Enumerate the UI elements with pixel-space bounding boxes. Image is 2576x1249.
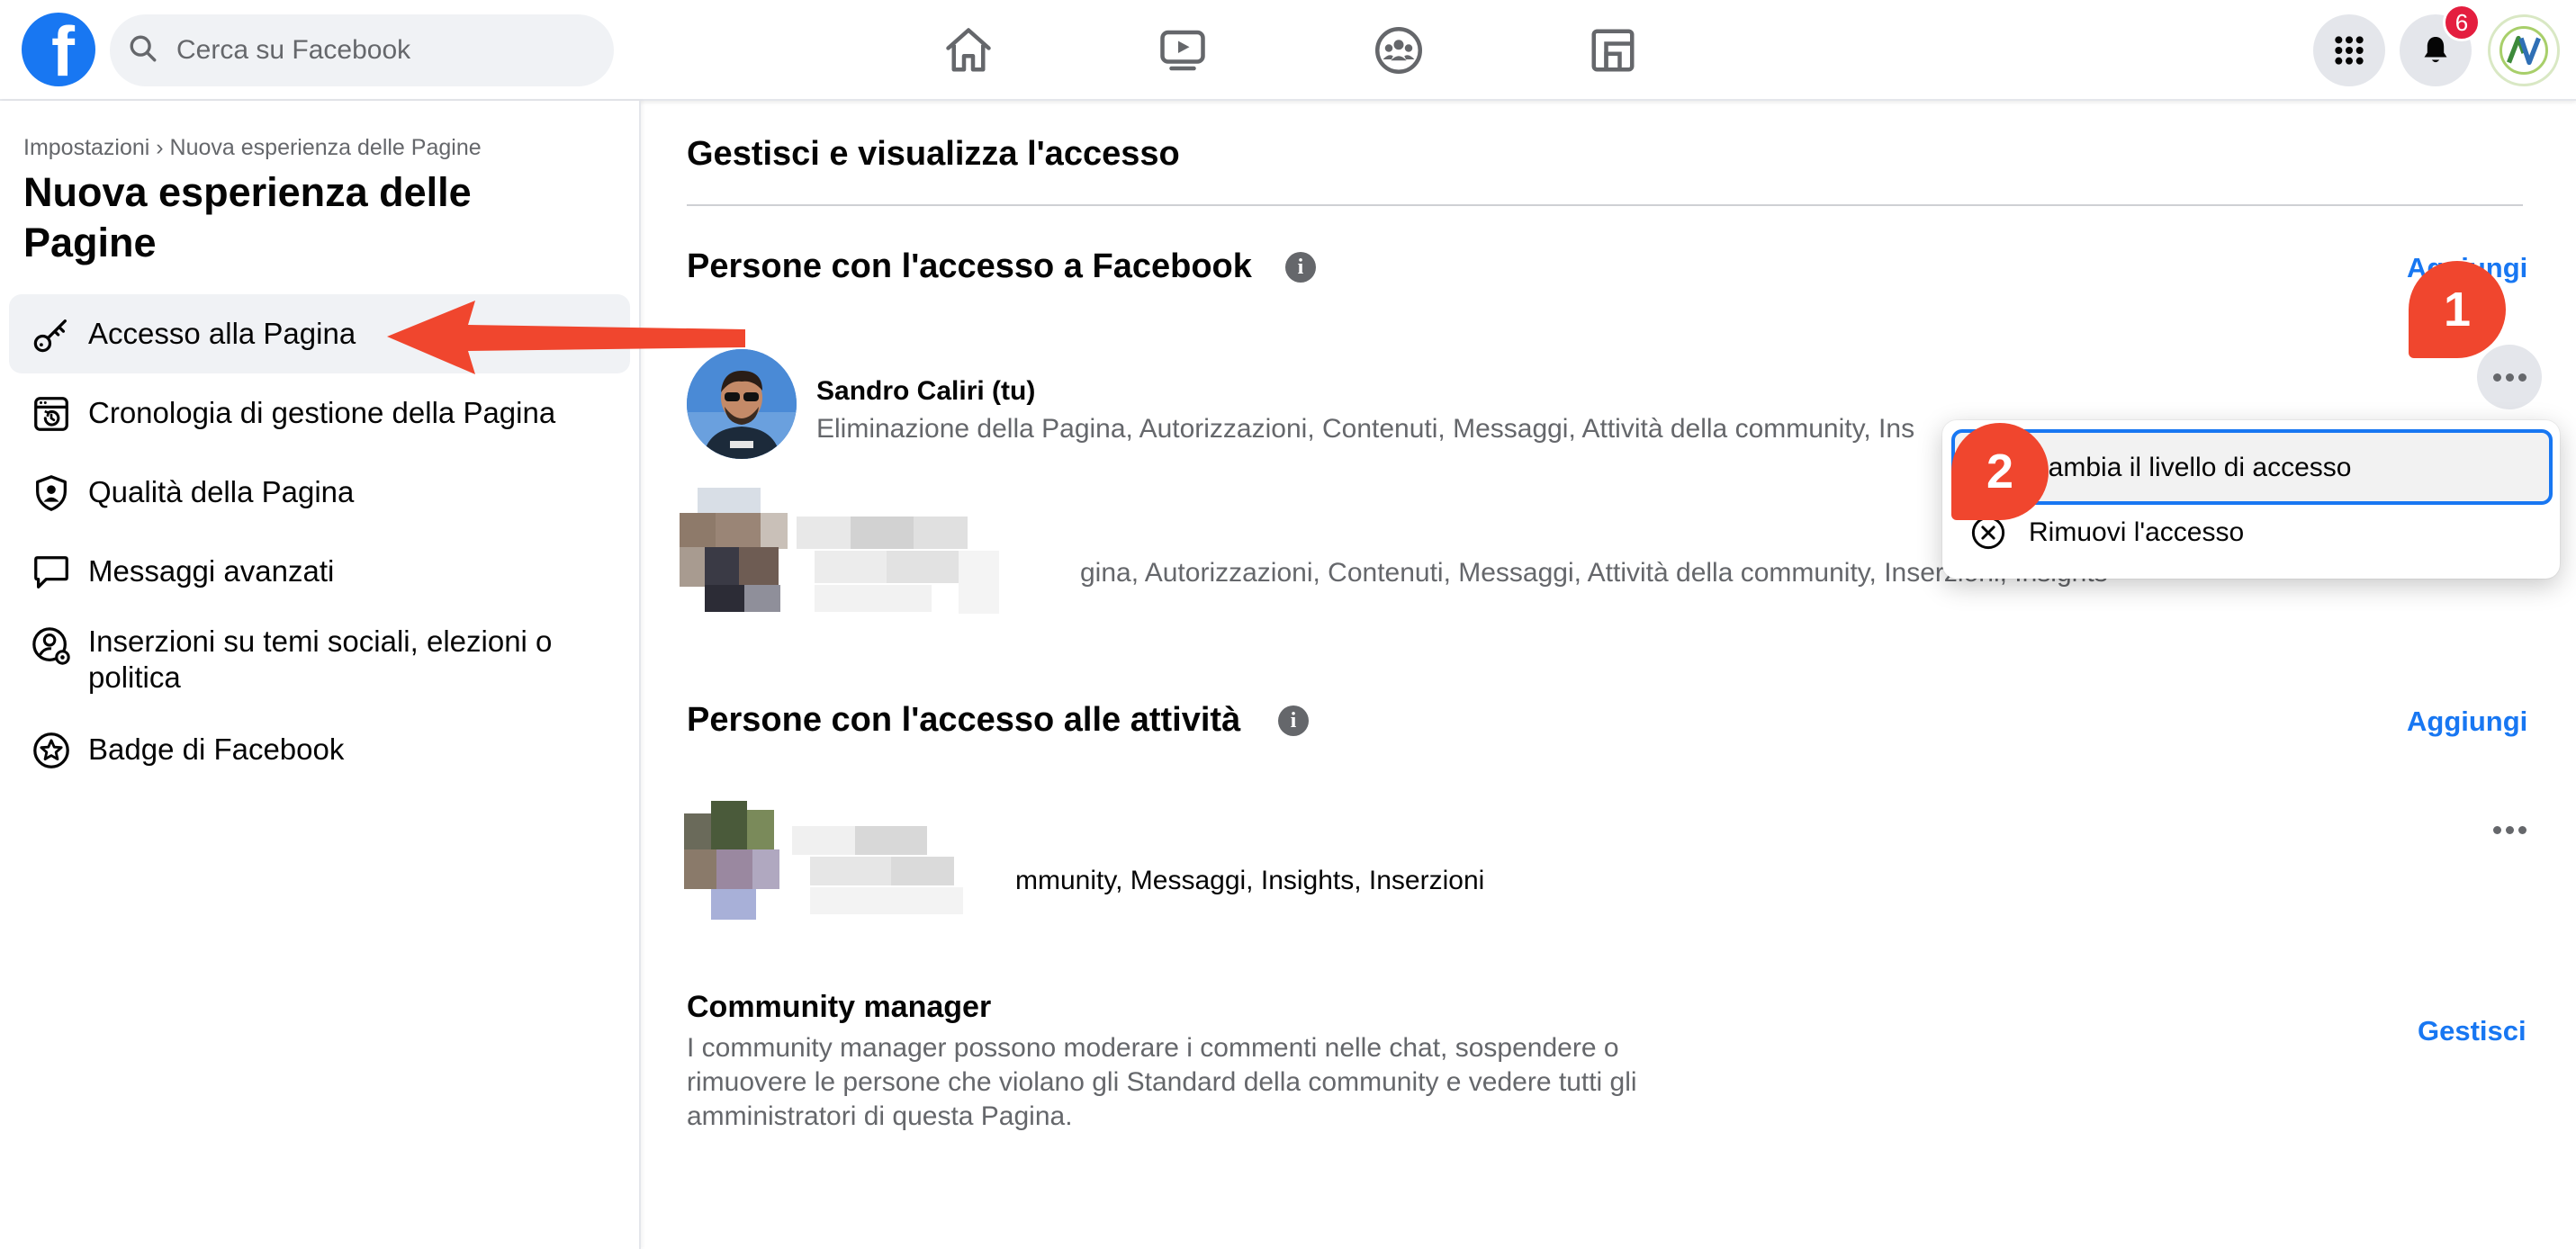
menu-item-label: Rimuovi l'accesso — [2029, 517, 2245, 547]
annotation-callout-1: 1 — [2409, 261, 2506, 358]
groups-icon[interactable] — [1372, 23, 1426, 77]
profile-photo — [687, 349, 797, 459]
star-badge-icon — [33, 732, 69, 768]
home-icon[interactable] — [941, 23, 995, 77]
more-dots-icon — [2477, 797, 2542, 862]
facebook-logo[interactable]: f — [22, 13, 95, 86]
notification-count-badge: 6 — [2443, 4, 2481, 41]
info-icon[interactable]: i — [1285, 252, 1316, 283]
sidebar-item-label: Accesso alla Pagina — [88, 317, 356, 350]
shield-icon — [36, 475, 67, 511]
avatar[interactable] — [687, 349, 797, 459]
task-access-heading: Persone con l'accesso alle attività — [687, 701, 1241, 739]
person-gear-icon — [32, 627, 70, 665]
account-logo-icon — [2499, 26, 2548, 75]
pixelated-person-photo — [680, 488, 1085, 621]
community-manager-heading: Community manager — [687, 990, 992, 1024]
facebook-logo-letter: f — [51, 12, 75, 91]
breadcrumb[interactable]: Impostazioni › Nuova esperienza delle Pa… — [23, 135, 482, 161]
search-input[interactable] — [176, 25, 590, 76]
menu-item-label: Cambia il livello di accesso — [2029, 453, 2352, 482]
sidebar-item-label: Badge di Facebook — [88, 732, 345, 766]
person-roles: Eliminazione della Pagina, Autorizzazion… — [816, 414, 1915, 444]
message-icon — [34, 556, 68, 589]
sidebar-item-facebook-badges[interactable]: Badge di Facebook — [9, 710, 630, 789]
section-heading: Gestisci e visualizza l'accesso — [687, 135, 1180, 173]
sidebar-item-management-history[interactable]: Cronologia di gestione della Pagina — [9, 373, 630, 453]
sidebar-item-label: Qualità della Pagina — [88, 475, 355, 508]
bell-icon — [2424, 37, 2447, 63]
sidebar-item-label: Messaggi avanzati — [88, 554, 335, 588]
page-title: Nuova esperienza delle Pagine — [23, 169, 472, 265]
history-icon — [34, 397, 68, 431]
person-roles: mmunity, Messaggi, Insights, Inserzioni — [1015, 866, 1485, 895]
sidebar-item-page-quality[interactable]: Qualità della Pagina — [9, 453, 630, 532]
app-grid-icon — [2335, 36, 2364, 65]
more-options-button[interactable] — [2477, 345, 2542, 409]
add-task-access-link[interactable]: Aggiungi — [2407, 705, 2527, 738]
more-dots-icon — [2477, 345, 2542, 409]
annotation-callout-2: 2 — [1951, 423, 2049, 520]
key-icon — [33, 319, 67, 353]
facebook-access-heading: Persone con l'accesso a Facebook — [687, 247, 1252, 285]
person-name: Sandro Caliri (tu) — [816, 376, 1036, 406]
community-manager-description: I community manager possono moderare i c… — [687, 1033, 1637, 1131]
sidebar-item-label: Inserzioni su temi sociali, elezioni o p… — [88, 624, 553, 694]
sidebar-item-label: Cronologia di gestione della Pagina — [88, 396, 556, 429]
search-icon — [130, 35, 157, 62]
divider — [687, 204, 2523, 206]
sidebar-item-political-ads[interactable]: Inserzioni su temi sociali, elezioni o p… — [9, 611, 630, 710]
pixelated-person-photo — [684, 801, 1044, 920]
manage-community-link[interactable]: Gestisci — [2418, 1015, 2526, 1047]
annotation-arrow — [387, 301, 745, 374]
info-icon[interactable]: i — [1278, 705, 1309, 736]
sidebar-item-advanced-messaging[interactable]: Messaggi avanzati — [9, 532, 630, 611]
watch-video-icon[interactable] — [1156, 23, 1210, 77]
more-options-button[interactable] — [2477, 797, 2542, 862]
gaming-feed-icon[interactable] — [1586, 23, 1640, 77]
